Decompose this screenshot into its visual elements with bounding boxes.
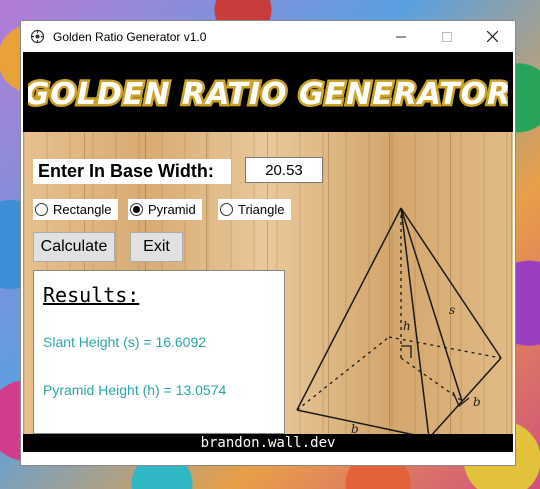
window-title: Golden Ratio Generator v1.0 — [53, 30, 207, 44]
radio-pyramid[interactable]: Pyramid — [128, 199, 202, 220]
label-h: h — [403, 319, 411, 333]
title-banner: GOLDEN RATIO GENERATOR — [23, 52, 513, 132]
radio-rectangle-circle[interactable] — [35, 203, 48, 216]
slant-height-result: Slant Height (s) = 16.6092 — [43, 334, 207, 350]
close-icon — [486, 31, 498, 42]
label-b-side: b — [473, 395, 481, 409]
calculate-button[interactable]: Calculate — [33, 232, 115, 262]
footer-credit: brandon.wall.dev — [23, 434, 513, 452]
pyramid-diagram: s h b b — [296, 207, 502, 439]
title-bar[interactable]: Golden Ratio Generator v1.0 — [21, 21, 515, 52]
radio-pyramid-label: Pyramid — [148, 202, 196, 217]
base-width-input[interactable] — [245, 157, 323, 183]
maximize-button[interactable] — [424, 21, 470, 52]
results-title: Results: — [43, 283, 140, 307]
minimize-button[interactable] — [378, 21, 424, 52]
radio-triangle-circle[interactable] — [220, 203, 233, 216]
exit-button[interactable]: Exit — [130, 232, 183, 262]
label-s: s — [449, 303, 455, 317]
radio-rectangle-label: Rectangle — [53, 202, 112, 217]
radio-triangle-label: Triangle — [238, 202, 285, 217]
app-window: Golden Ratio Generator v1.0 GOLDEN RATIO… — [20, 20, 516, 466]
maximize-icon — [442, 31, 452, 42]
radio-triangle[interactable]: Triangle — [218, 199, 291, 220]
main-panel: Enter In Base Width: Rectangle Pyramid T… — [23, 132, 513, 439]
banner-text: GOLDEN RATIO GENERATOR — [28, 77, 508, 112]
banner-logo: GOLDEN RATIO GENERATOR — [28, 75, 508, 115]
base-width-label: Enter In Base Width: — [33, 159, 231, 184]
pyramid-height-result: Pyramid Height (h) = 13.0574 — [43, 382, 227, 398]
radio-pyramid-circle[interactable] — [130, 203, 143, 216]
radio-rectangle[interactable]: Rectangle — [33, 199, 118, 220]
app-icon — [30, 29, 45, 44]
results-panel: Results: Slant Height (s) = 16.6092 Pyra… — [33, 270, 285, 434]
close-button[interactable] — [469, 21, 515, 52]
minimize-icon — [396, 36, 406, 37]
